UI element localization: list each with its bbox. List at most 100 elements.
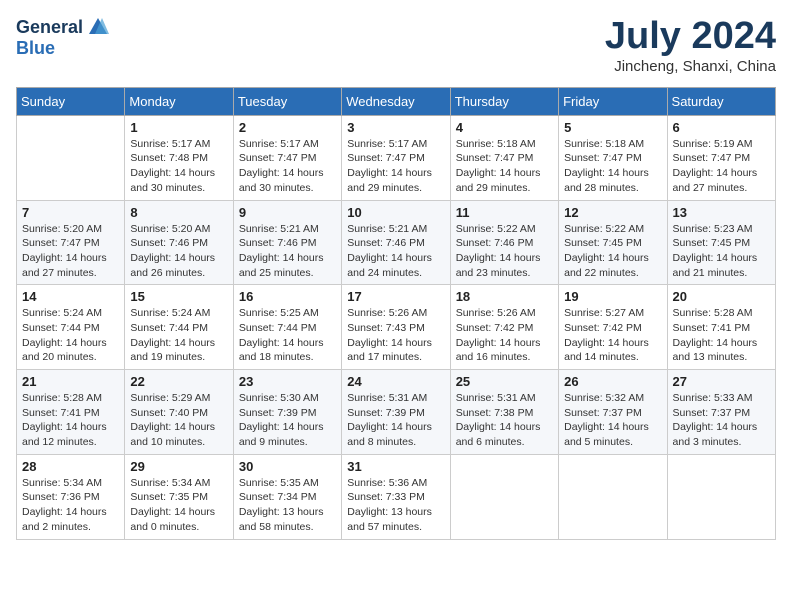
weekday-header: Monday xyxy=(125,87,233,115)
day-info: Sunrise: 5:31 AM Sunset: 7:39 PM Dayligh… xyxy=(347,391,444,450)
calendar-cell: 29 Sunrise: 5:34 AM Sunset: 7:35 PM Dayli… xyxy=(125,454,233,539)
calendar-cell: 19 Sunrise: 5:27 AM Sunset: 7:42 PM Dayli… xyxy=(559,285,667,370)
weekday-header: Wednesday xyxy=(342,87,450,115)
weekday-header: Saturday xyxy=(667,87,775,115)
calendar-cell: 26 Sunrise: 5:32 AM Sunset: 7:37 PM Dayli… xyxy=(559,370,667,455)
day-number: 26 xyxy=(564,374,661,389)
calendar-cell xyxy=(559,454,667,539)
day-number: 13 xyxy=(673,205,770,220)
day-number: 23 xyxy=(239,374,336,389)
title-area: July 2024 Jincheng, Shanxi, China xyxy=(605,16,776,75)
day-number: 17 xyxy=(347,289,444,304)
day-number: 29 xyxy=(130,459,227,474)
day-info: Sunrise: 5:32 AM Sunset: 7:37 PM Dayligh… xyxy=(564,391,661,450)
day-info: Sunrise: 5:30 AM Sunset: 7:39 PM Dayligh… xyxy=(239,391,336,450)
calendar-cell: 7 Sunrise: 5:20 AM Sunset: 7:47 PM Daylig… xyxy=(17,200,125,285)
day-number: 16 xyxy=(239,289,336,304)
day-number: 2 xyxy=(239,120,336,135)
day-number: 9 xyxy=(239,205,336,220)
calendar-week-row: 28Sunrise: 5:34 AM Sunset: 7:36 PM Dayli… xyxy=(17,454,776,539)
day-info: Sunrise: 5:34 AM Sunset: 7:35 PM Dayligh… xyxy=(130,476,227,535)
day-number: 14 xyxy=(22,289,119,304)
calendar-cell: 4Sunrise: 5:18 AM Sunset: 7:47 PM Daylig… xyxy=(450,115,558,200)
day-info: Sunrise: 5:27 AM Sunset: 7:42 PM Dayligh… xyxy=(564,306,661,365)
day-number: 21 xyxy=(22,374,119,389)
calendar-cell: 31Sunrise: 5:36 AM Sunset: 7:33 PM Dayli… xyxy=(342,454,450,539)
calendar-table: SundayMondayTuesdayWednesdayThursdayFrid… xyxy=(16,87,776,540)
day-info: Sunrise: 5:24 AM Sunset: 7:44 PM Dayligh… xyxy=(22,306,119,365)
day-number: 19 xyxy=(564,289,661,304)
calendar-cell: 27Sunrise: 5:33 AM Sunset: 7:37 PM Dayli… xyxy=(667,370,775,455)
day-info: Sunrise: 5:23 AM Sunset: 7:45 PM Dayligh… xyxy=(673,222,770,281)
day-number: 5 xyxy=(564,120,661,135)
calendar-cell: 30 Sunrise: 5:35 AM Sunset: 7:34 PM Dayli… xyxy=(233,454,341,539)
weekday-header: Friday xyxy=(559,87,667,115)
day-number: 3 xyxy=(347,120,444,135)
calendar-cell: 28Sunrise: 5:34 AM Sunset: 7:36 PM Dayli… xyxy=(17,454,125,539)
logo-general-text: General xyxy=(16,17,83,38)
calendar-cell: 1Sunrise: 5:17 AM Sunset: 7:48 PM Daylig… xyxy=(125,115,233,200)
day-info: Sunrise: 5:21 AM Sunset: 7:46 PM Dayligh… xyxy=(347,222,444,281)
calendar-cell: 13 Sunrise: 5:23 AM Sunset: 7:45 PM Dayli… xyxy=(667,200,775,285)
day-info: Sunrise: 5:24 AM Sunset: 7:44 PM Dayligh… xyxy=(130,306,227,365)
day-info: Sunrise: 5:18 AM Sunset: 7:47 PM Dayligh… xyxy=(564,137,661,196)
day-info: Sunrise: 5:21 AM Sunset: 7:46 PM Dayligh… xyxy=(239,222,336,281)
day-info: Sunrise: 5:29 AM Sunset: 7:40 PM Dayligh… xyxy=(130,391,227,450)
day-info: Sunrise: 5:36 AM Sunset: 7:33 PM Dayligh… xyxy=(347,476,444,535)
calendar-cell: 6 Sunrise: 5:19 AM Sunset: 7:47 PM Daylig… xyxy=(667,115,775,200)
calendar-cell xyxy=(17,115,125,200)
calendar-cell: 5 Sunrise: 5:18 AM Sunset: 7:47 PM Daylig… xyxy=(559,115,667,200)
day-info: Sunrise: 5:35 AM Sunset: 7:34 PM Dayligh… xyxy=(239,476,336,535)
day-number: 24 xyxy=(347,374,444,389)
calendar-cell: 14 Sunrise: 5:24 AM Sunset: 7:44 PM Dayli… xyxy=(17,285,125,370)
weekday-header: Sunday xyxy=(17,87,125,115)
calendar-cell: 18 Sunrise: 5:26 AM Sunset: 7:42 PM Dayli… xyxy=(450,285,558,370)
day-info: Sunrise: 5:20 AM Sunset: 7:46 PM Dayligh… xyxy=(130,222,227,281)
calendar-week-row: 21 Sunrise: 5:28 AM Sunset: 7:41 PM Dayli… xyxy=(17,370,776,455)
day-info: Sunrise: 5:28 AM Sunset: 7:41 PM Dayligh… xyxy=(673,306,770,365)
day-info: Sunrise: 5:31 AM Sunset: 7:38 PM Dayligh… xyxy=(456,391,553,450)
day-info: Sunrise: 5:22 AM Sunset: 7:45 PM Dayligh… xyxy=(564,222,661,281)
day-number: 25 xyxy=(456,374,553,389)
calendar-cell: 16 Sunrise: 5:25 AM Sunset: 7:44 PM Dayli… xyxy=(233,285,341,370)
calendar-cell: 11Sunrise: 5:22 AM Sunset: 7:46 PM Dayli… xyxy=(450,200,558,285)
day-number: 11 xyxy=(456,205,553,220)
calendar-week-row: 1Sunrise: 5:17 AM Sunset: 7:48 PM Daylig… xyxy=(17,115,776,200)
day-info: Sunrise: 5:17 AM Sunset: 7:47 PM Dayligh… xyxy=(347,137,444,196)
weekday-header-row: SundayMondayTuesdayWednesdayThursdayFrid… xyxy=(17,87,776,115)
calendar-cell xyxy=(667,454,775,539)
day-number: 27 xyxy=(673,374,770,389)
calendar-cell: 21 Sunrise: 5:28 AM Sunset: 7:41 PM Dayli… xyxy=(17,370,125,455)
weekday-header: Tuesday xyxy=(233,87,341,115)
calendar-cell: 15 Sunrise: 5:24 AM Sunset: 7:44 PM Dayli… xyxy=(125,285,233,370)
day-number: 30 xyxy=(239,459,336,474)
day-info: Sunrise: 5:25 AM Sunset: 7:44 PM Dayligh… xyxy=(239,306,336,365)
day-info: Sunrise: 5:26 AM Sunset: 7:43 PM Dayligh… xyxy=(347,306,444,365)
day-number: 10 xyxy=(347,205,444,220)
day-number: 15 xyxy=(130,289,227,304)
calendar-cell: 20Sunrise: 5:28 AM Sunset: 7:41 PM Dayli… xyxy=(667,285,775,370)
calendar-cell: 9 Sunrise: 5:21 AM Sunset: 7:46 PM Daylig… xyxy=(233,200,341,285)
calendar-cell: 2 Sunrise: 5:17 AM Sunset: 7:47 PM Daylig… xyxy=(233,115,341,200)
day-info: Sunrise: 5:17 AM Sunset: 7:47 PM Dayligh… xyxy=(239,137,336,196)
day-info: Sunrise: 5:28 AM Sunset: 7:41 PM Dayligh… xyxy=(22,391,119,450)
calendar-cell: 10 Sunrise: 5:21 AM Sunset: 7:46 PM Dayli… xyxy=(342,200,450,285)
day-number: 18 xyxy=(456,289,553,304)
calendar-cell xyxy=(450,454,558,539)
day-number: 1 xyxy=(130,120,227,135)
calendar-week-row: 14 Sunrise: 5:24 AM Sunset: 7:44 PM Dayli… xyxy=(17,285,776,370)
calendar-cell: 12 Sunrise: 5:22 AM Sunset: 7:45 PM Dayli… xyxy=(559,200,667,285)
logo-blue-text: Blue xyxy=(16,38,55,59)
day-info: Sunrise: 5:26 AM Sunset: 7:42 PM Dayligh… xyxy=(456,306,553,365)
day-number: 7 xyxy=(22,205,119,220)
day-number: 22 xyxy=(130,374,227,389)
calendar-week-row: 7 Sunrise: 5:20 AM Sunset: 7:47 PM Daylig… xyxy=(17,200,776,285)
calendar-cell: 24 Sunrise: 5:31 AM Sunset: 7:39 PM Dayli… xyxy=(342,370,450,455)
day-info: Sunrise: 5:19 AM Sunset: 7:47 PM Dayligh… xyxy=(673,137,770,196)
calendar-cell: 17 Sunrise: 5:26 AM Sunset: 7:43 PM Dayli… xyxy=(342,285,450,370)
page-header: General Blue July 2024 Jincheng, Shanxi,… xyxy=(16,16,776,75)
day-number: 6 xyxy=(673,120,770,135)
location: Jincheng, Shanxi, China xyxy=(605,58,776,75)
day-number: 12 xyxy=(564,205,661,220)
day-info: Sunrise: 5:20 AM Sunset: 7:47 PM Dayligh… xyxy=(22,222,119,281)
